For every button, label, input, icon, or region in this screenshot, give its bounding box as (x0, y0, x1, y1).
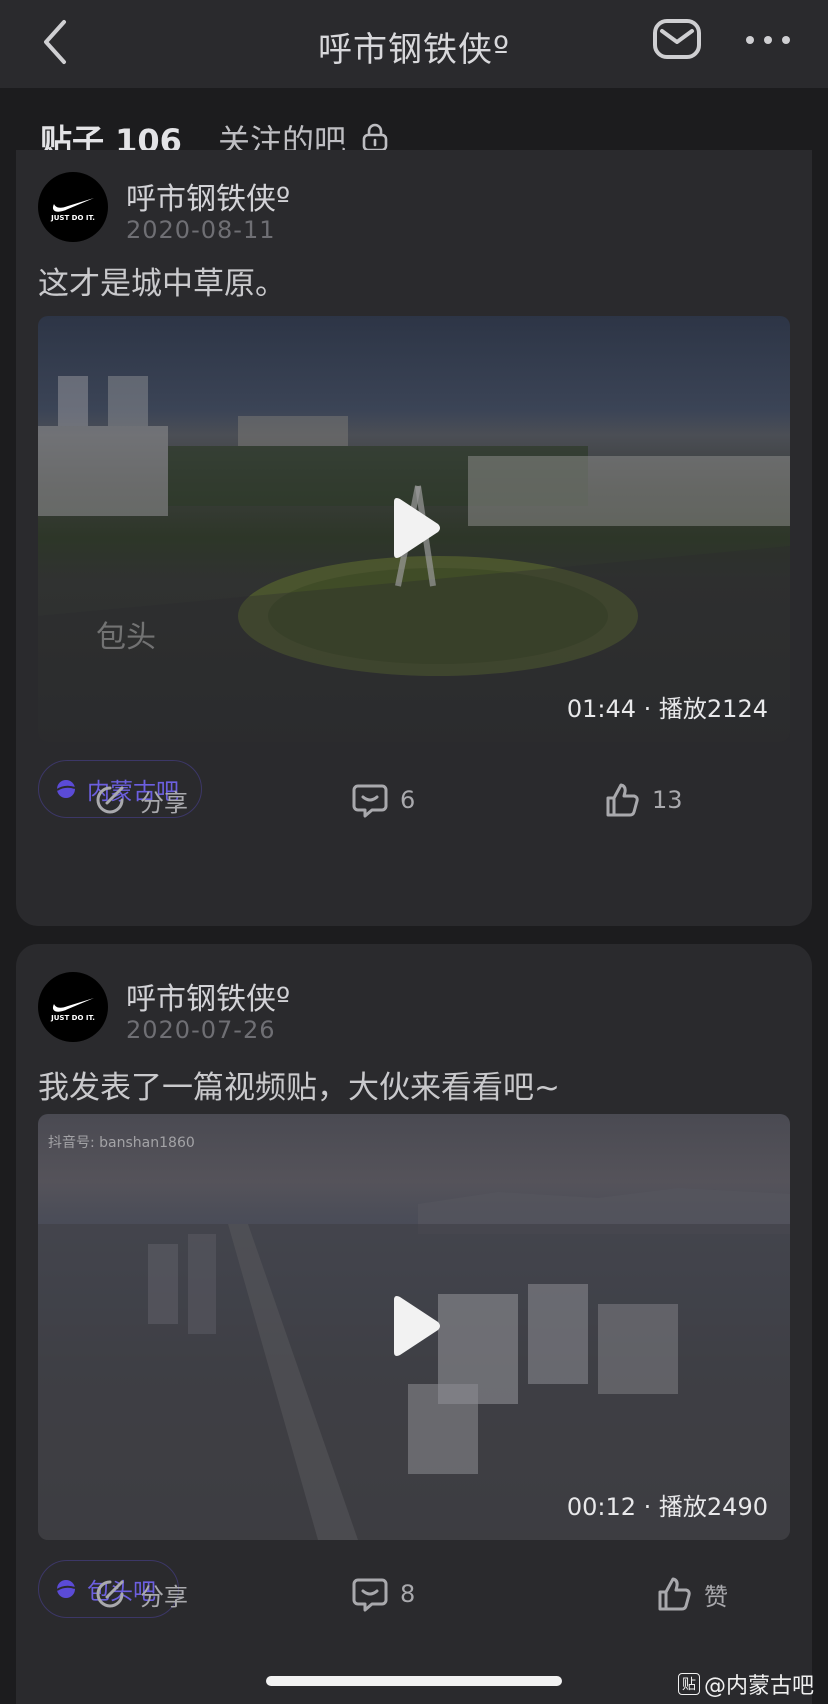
video-duration-plays: 01:44 · 播放2124 (566, 695, 768, 723)
thumbs-up-icon (606, 783, 639, 817)
share-label: 分享 (140, 1582, 188, 1611)
post-card[interactable]: JUST DO IT. 呼市钢铁侠º 2020-08-11 这才是城中草原。 包… (16, 150, 812, 926)
share-button[interactable]: 分享 (92, 782, 188, 818)
nav-title: 呼市钢铁侠º (317, 30, 511, 70)
avatar[interactable]: JUST DO IT. (38, 972, 108, 1042)
comment-icon (352, 784, 388, 818)
post-text[interactable]: 我发表了一篇视频贴，大伙来看看吧~ (38, 1062, 560, 1107)
more-dots-icon[interactable] (744, 24, 792, 56)
top-nav-bar: 呼市钢铁侠º (0, 0, 828, 88)
post-date: 2020-08-11 (126, 216, 276, 244)
post-card[interactable]: JUST DO IT. 呼市钢铁侠º 2020-07-26 我发表了一篇视频贴，… (16, 944, 812, 1704)
planet-icon (56, 1580, 76, 1598)
share-label: 分享 (140, 788, 188, 817)
tieba-logo-icon: 贴 (677, 1673, 700, 1695)
nike-swoosh-icon: JUST DO IT. (50, 998, 95, 1022)
tieba-watermark-text: @内蒙古吧 (703, 1674, 814, 1699)
mail-icon[interactable] (652, 18, 702, 60)
comment-icon (352, 1578, 388, 1612)
planet-icon (56, 780, 76, 798)
play-icon[interactable] (388, 1294, 442, 1358)
svg-text:JUST DO IT.: JUST DO IT. (50, 1014, 95, 1022)
video-watermark: 包头 (96, 620, 156, 655)
like-button[interactable]: 13 (604, 782, 683, 818)
like-button[interactable]: 赞 (656, 1576, 728, 1612)
avatar[interactable]: JUST DO IT. (38, 172, 108, 242)
like-count: 13 (652, 786, 683, 814)
share-icon (96, 1580, 124, 1608)
comment-button[interactable]: 8 (352, 1576, 415, 1612)
video-thumbnail[interactable]: 包头 01:44 · 播放2124 (38, 316, 790, 742)
video-thumbnail[interactable]: 抖音号: banshan1860 00:12 · 播放2490 (38, 1114, 790, 1540)
post-text[interactable]: 这才是城中草原。 (38, 258, 286, 303)
share-icon (96, 786, 124, 814)
play-icon[interactable] (388, 496, 442, 560)
video-watermark: 抖音号: banshan1860 (48, 1135, 195, 1151)
thumbs-up-icon (658, 1577, 691, 1611)
share-button[interactable]: 分享 (92, 1576, 188, 1612)
lock-icon (362, 123, 388, 152)
comment-count: 6 (400, 786, 416, 814)
post-date: 2020-07-26 (126, 1016, 276, 1044)
svg-text:JUST DO IT.: JUST DO IT. (50, 214, 95, 222)
video-duration-plays: 00:12 · 播放2490 (566, 1493, 768, 1521)
comment-button[interactable]: 6 (352, 782, 415, 818)
nike-swoosh-icon: JUST DO IT. (50, 198, 95, 222)
post-author[interactable]: 呼市钢铁侠º (126, 974, 290, 1018)
tieba-watermark: 贴 @内蒙古吧 (677, 1668, 814, 1700)
like-label: 赞 (704, 1582, 728, 1611)
comment-count: 8 (400, 1580, 416, 1608)
post-author[interactable]: 呼市钢铁侠º (126, 174, 290, 218)
home-indicator (266, 1676, 562, 1686)
